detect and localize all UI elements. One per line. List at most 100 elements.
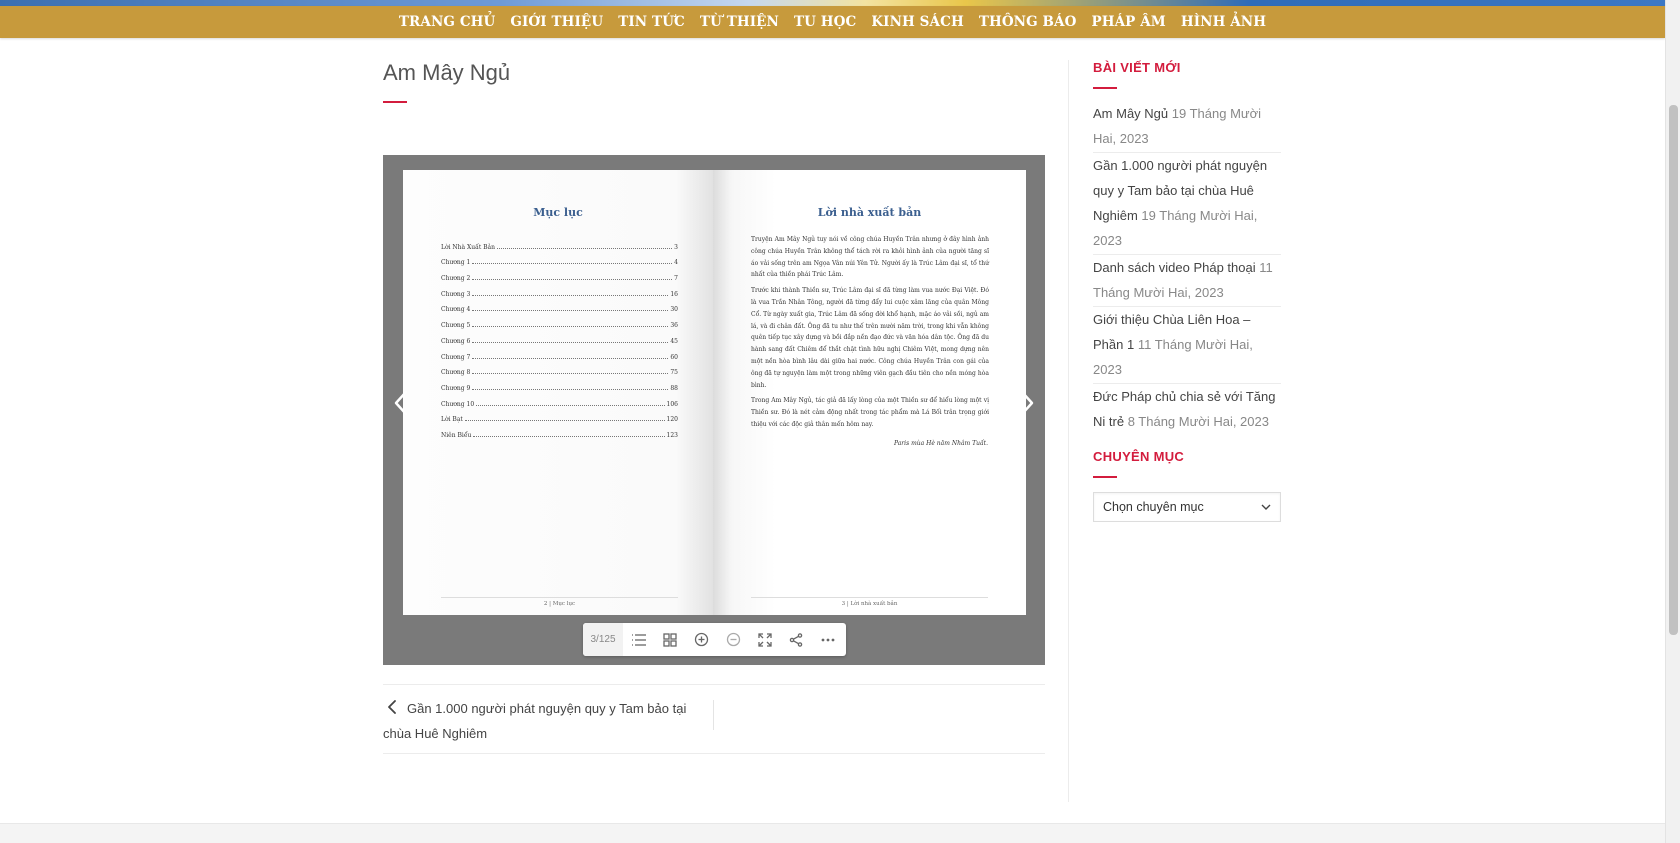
toc-leader [497, 247, 673, 249]
flipbook-toolbar: 3/125 [583, 623, 846, 656]
toc-page: 30 [670, 306, 678, 314]
toc-leader [472, 326, 669, 328]
chevron-left-icon [388, 700, 396, 714]
toc-page: 123 [666, 431, 678, 439]
toc-page: 4 [674, 259, 678, 267]
page-scrollbar[interactable] [1665, 0, 1680, 843]
toc-label: Chương 4 [441, 306, 471, 314]
page-footer-right: 3 | Lời nhà xuất bản [751, 597, 988, 607]
category-select-value: Chọn chuyên mục [1103, 500, 1204, 514]
recent-post-date: 8 Tháng Mười Hai, 2023 [1127, 414, 1269, 429]
book-page-right[interactable]: Lời nhà xuất bản Truyện Am Mây Ngủ tuy n… [713, 170, 1026, 615]
toc-row: Chương 3 16 [441, 282, 678, 298]
nav-item-home[interactable]: TRANG CHỦ [399, 14, 495, 30]
toc-leader [472, 279, 673, 281]
nav-item-scriptures[interactable]: KINH SÁCH [871, 14, 963, 30]
post-navigation: Gần 1.000 người phát nguyện quy y Tam bả… [383, 684, 1045, 754]
fullscreen-icon[interactable] [749, 623, 781, 656]
toc-label: Chương 8 [441, 369, 471, 377]
toc-leader [472, 357, 669, 359]
scrollbar-thumb[interactable] [1669, 105, 1678, 635]
toc-leader [472, 388, 669, 390]
previous-post-link[interactable]: Gần 1.000 người phát nguyện quy y Tam bả… [383, 696, 713, 746]
toc-page: 36 [670, 322, 678, 330]
toc-page: 60 [670, 353, 678, 361]
sidebar-divider [1068, 60, 1069, 802]
list-item: Gần 1.000 người phát nguyện quy y Tam bả… [1093, 153, 1281, 255]
zoom-in-icon[interactable] [686, 623, 718, 656]
recent-post-link[interactable]: Danh sách video Pháp thoại [1093, 260, 1256, 275]
nav-item-practice[interactable]: TU HỌC [794, 14, 856, 30]
sidebar: BÀI VIẾT MỚI Am Mây Ngủ 19 Tháng Mười Ha… [1093, 60, 1281, 522]
toc-row: Chương 8 75 [441, 361, 678, 377]
toc-label: Chương 6 [441, 337, 471, 345]
toc-label: Chương 1 [441, 259, 471, 267]
toc-leader [473, 435, 665, 437]
recent-posts-underline [1093, 87, 1117, 89]
toc-label: Chương 2 [441, 275, 471, 283]
recent-posts-title: BÀI VIẾT MỚI [1093, 60, 1181, 75]
toc-label: Chương 7 [441, 353, 471, 361]
toc-heading: Mục lục [533, 206, 583, 219]
toc-page: 7 [674, 275, 678, 283]
preface-paragraph: Trong Am Mây Ngủ, tác giả đã lấy lòng củ… [751, 397, 989, 428]
toc-page: 120 [666, 416, 678, 424]
nav-item-news[interactable]: TIN TỨC [618, 14, 685, 30]
toc-page: 45 [670, 337, 678, 345]
toc-row: Chương 4 30 [441, 298, 678, 314]
toc-page: 16 [670, 290, 678, 298]
preface-paragraph: Trước khi thành Thiền sư, Trúc Lâm đại s… [751, 287, 989, 389]
post-title: Am Mây Ngủ [383, 60, 511, 85]
next-page-arrow-icon[interactable] [1017, 388, 1037, 418]
flipbook-viewer[interactable]: Mục lục Lời Nhà Xuất Bản 3 Chương 1 4 Chươ… [383, 155, 1045, 665]
toc-page: 88 [670, 384, 678, 392]
categories-underline [1093, 476, 1117, 478]
title-divider [383, 101, 407, 103]
toc-leader [472, 294, 669, 296]
list-item: Am Mây Ngủ 19 Tháng Mười Hai, 2023 [1093, 101, 1281, 153]
toc-page: 106 [666, 400, 678, 408]
toc-row: Chương 5 36 [441, 313, 678, 329]
recent-post-link[interactable]: Am Mây Ngủ [1093, 106, 1168, 121]
nav-item-gallery[interactable]: HÌNH ẢNH [1181, 14, 1266, 30]
toc-row: Chương 9 88 [441, 376, 678, 392]
toc-label: Niên Biểu [441, 431, 472, 439]
preface-paragraph: Truyện Am Mây Ngủ tuy nói về công chúa H… [751, 236, 989, 279]
toc-leader [472, 263, 673, 265]
page-indicator[interactable]: 3/125 [583, 623, 623, 656]
previous-post-title: Gần 1.000 người phát nguyện quy y Tam bả… [383, 701, 687, 741]
chevron-down-icon [1261, 504, 1271, 510]
toc-row: Chương 7 60 [441, 345, 678, 361]
toc-page: 75 [670, 369, 678, 377]
categories-title: CHUYÊN MỤC [1093, 449, 1185, 464]
more-icon[interactable] [812, 623, 844, 656]
grid-icon[interactable] [655, 623, 687, 656]
toc-page: 3 [674, 243, 678, 251]
list-item: Danh sách video Pháp thoại 11 Tháng Mười… [1093, 255, 1281, 307]
toc-label: Chương 9 [441, 384, 471, 392]
toc-label: Lời Bạt [441, 416, 463, 424]
toc-row: Chương 1 4 [441, 251, 678, 267]
list-icon[interactable] [623, 623, 655, 656]
toc-leader [476, 404, 665, 406]
toc-leader [464, 420, 665, 422]
nav-item-announcements[interactable]: THÔNG BÁO [979, 14, 1077, 30]
nav-item-charity[interactable]: TỪ THIỆN [700, 14, 779, 30]
toc-label: Chương 5 [441, 322, 471, 330]
toc-row: Lời Bạt 120 [441, 408, 678, 424]
main-navigation: TRANG CHỦ GIỚI THIỆU TIN TỨC TỪ THIỆN TU… [0, 6, 1665, 38]
category-select[interactable]: Chọn chuyên mục [1093, 492, 1281, 522]
toc-row: Chương 10 106 [441, 392, 678, 408]
share-icon[interactable] [781, 623, 813, 656]
toc-label: Lời Nhà Xuất Bản [441, 243, 496, 251]
nav-item-about[interactable]: GIỚI THIỆU [510, 14, 603, 30]
list-item: Giới thiệu Chùa Liên Hoa – Phần 1 11 Thá… [1093, 307, 1281, 384]
nav-item-dharma-audio[interactable]: PHÁP ÂM [1092, 14, 1166, 30]
footer-strip [0, 823, 1665, 843]
book-page-left[interactable]: Mục lục Lời Nhà Xuất Bản 3 Chương 1 4 Chươ… [403, 170, 713, 615]
zoom-out-icon[interactable] [718, 623, 750, 656]
toc-row: Chương 6 45 [441, 329, 678, 345]
toc-label: Chương 10 [441, 400, 475, 408]
previous-page-arrow-icon[interactable] [391, 388, 411, 418]
recent-posts-list: Am Mây Ngủ 19 Tháng Mười Hai, 2023 Gần 1… [1093, 101, 1281, 435]
